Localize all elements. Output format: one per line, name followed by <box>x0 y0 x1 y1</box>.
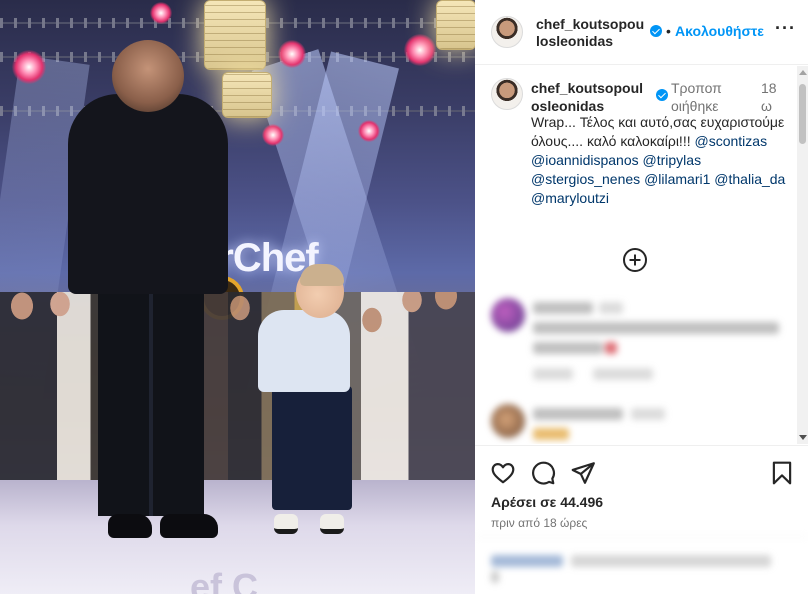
add-comment-area[interactable] <box>475 536 808 594</box>
crowd <box>0 292 475 502</box>
likes-count[interactable]: Αρέσει σε 44.496 <box>491 494 603 510</box>
comments-scroll-area[interactable]: chef_koutsopoulosleonidas Τροποποιήθηκε … <box>475 66 797 444</box>
blurred-text <box>571 555 771 567</box>
stage-spotlight <box>12 50 46 84</box>
blurred-text <box>631 408 665 420</box>
man-figure-legs <box>98 288 204 516</box>
mention-link[interactable]: @lilamari1 <box>644 171 710 187</box>
post-photo[interactable]: erChef ef C <box>0 0 475 594</box>
follow-button[interactable]: Ακολουθήστε <box>675 23 764 39</box>
stage-spotlight <box>358 120 380 142</box>
blurred-text <box>533 408 623 420</box>
more-horizontal-icon[interactable]: ··· <box>775 19 796 37</box>
blurred-text <box>605 342 617 354</box>
verified-badge-icon <box>650 25 662 37</box>
man-figure-head <box>112 40 184 112</box>
child-figure-hair <box>300 264 344 286</box>
blurred-text <box>491 571 499 583</box>
send-icon[interactable] <box>570 460 596 486</box>
comment-icon[interactable] <box>530 460 556 486</box>
mention-link[interactable]: @stergios_nenes <box>531 171 640 187</box>
blurred-text <box>533 342 603 354</box>
avatar <box>491 298 525 332</box>
blurred-text <box>491 555 563 567</box>
plus-circle-icon[interactable] <box>623 248 647 272</box>
verified-badge-icon <box>656 89 668 101</box>
child-figure <box>258 310 350 392</box>
blurred-text <box>533 428 569 440</box>
stage-spotlight <box>262 124 284 146</box>
mention-link[interactable]: @scontizas <box>695 133 768 149</box>
mention-link[interactable]: @thalia_da <box>714 171 785 187</box>
avatar[interactable] <box>491 78 523 110</box>
header-username[interactable]: chef_koutsopoulosleonidas <box>536 16 646 50</box>
caption-username[interactable]: chef_koutsopoulosleonidas <box>531 79 651 115</box>
post-timestamp[interactable]: πριν από 18 ώρες <box>491 516 587 530</box>
mention-link[interactable]: @ioannidispanos <box>531 152 639 168</box>
post-details-panel: chef_koutsopoulosleonidas • Ακολουθήστε … <box>475 0 808 594</box>
blurred-text <box>599 302 623 314</box>
blurred-text <box>533 368 573 380</box>
stage-spotlight <box>278 40 306 68</box>
child-figure-pants <box>272 386 352 510</box>
edited-label: Τροποποιήθηκε <box>671 80 722 114</box>
post-header: chef_koutsopoulosleonidas • Ακολουθήστε … <box>475 0 808 65</box>
heart-icon[interactable] <box>490 460 516 486</box>
man-figure <box>68 94 228 294</box>
mention-link[interactable]: @maryloutzi <box>531 190 609 206</box>
blurred-text <box>533 322 779 334</box>
avatar[interactable] <box>491 16 523 48</box>
caption-text: Wrap... Τέλος και αυτό,σας ευχαριστούμε … <box>531 113 789 208</box>
floor-logo-text: ef C <box>190 566 259 594</box>
stage-spotlight <box>404 34 436 66</box>
scroll-up-arrow-icon[interactable] <box>799 70 807 75</box>
scrollbar-thumb[interactable] <box>799 84 806 144</box>
action-bar: Αρέσει σε 44.496 πριν από 18 ώρες <box>475 445 808 594</box>
man-shoe <box>108 514 152 538</box>
man-shoe <box>160 514 218 538</box>
hanging-lantern <box>436 0 475 50</box>
child-shoe <box>320 514 344 534</box>
blurred-text <box>533 302 593 314</box>
child-shoe <box>274 514 298 534</box>
stage-spotlight <box>150 2 172 24</box>
scroll-down-arrow-icon[interactable] <box>799 435 807 440</box>
hanging-lantern <box>222 72 272 118</box>
blurred-text <box>593 368 653 380</box>
caption-timestamp[interactable]: 18 ω <box>761 79 781 115</box>
separator-dot: • <box>666 23 671 39</box>
avatar <box>491 404 525 438</box>
hanging-lantern <box>204 0 266 70</box>
scrollbar[interactable] <box>797 66 808 444</box>
mention-link[interactable]: @tripylas <box>643 152 702 168</box>
bookmark-icon[interactable] <box>769 460 795 486</box>
